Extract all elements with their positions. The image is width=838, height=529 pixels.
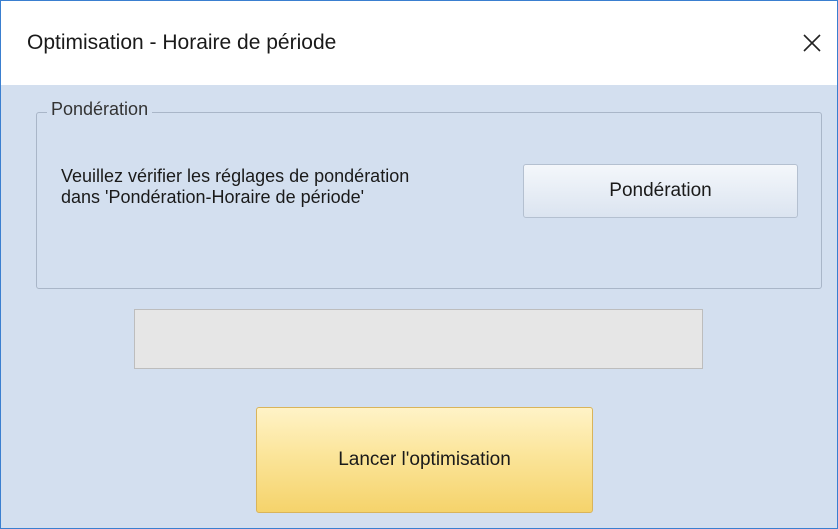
ponderation-groupbox: Pondération Veuillez vérifier les réglag… xyxy=(36,99,822,289)
dialog-window: Optimisation - Horaire de période Pondér… xyxy=(0,0,838,529)
ponderation-button[interactable]: Pondération xyxy=(523,164,798,218)
instruction-line-2: dans 'Pondération-Horaire de période' xyxy=(61,187,365,207)
instruction-line-1: Veuillez vérifier les réglages de pondér… xyxy=(61,166,410,186)
close-button[interactable] xyxy=(787,15,837,71)
launch-optimization-button[interactable]: Lancer l'optimisation xyxy=(256,407,593,513)
title-bar: Optimisation - Horaire de période xyxy=(1,1,837,85)
instruction-text: Veuillez vérifier les réglages de pondér… xyxy=(61,166,409,208)
dialog-content: Pondération Veuillez vérifier les réglag… xyxy=(1,85,837,528)
progress-bar xyxy=(134,309,703,369)
groupbox-legend: Pondération xyxy=(47,99,153,120)
window-title: Optimisation - Horaire de période xyxy=(27,31,337,54)
close-icon xyxy=(803,34,821,52)
